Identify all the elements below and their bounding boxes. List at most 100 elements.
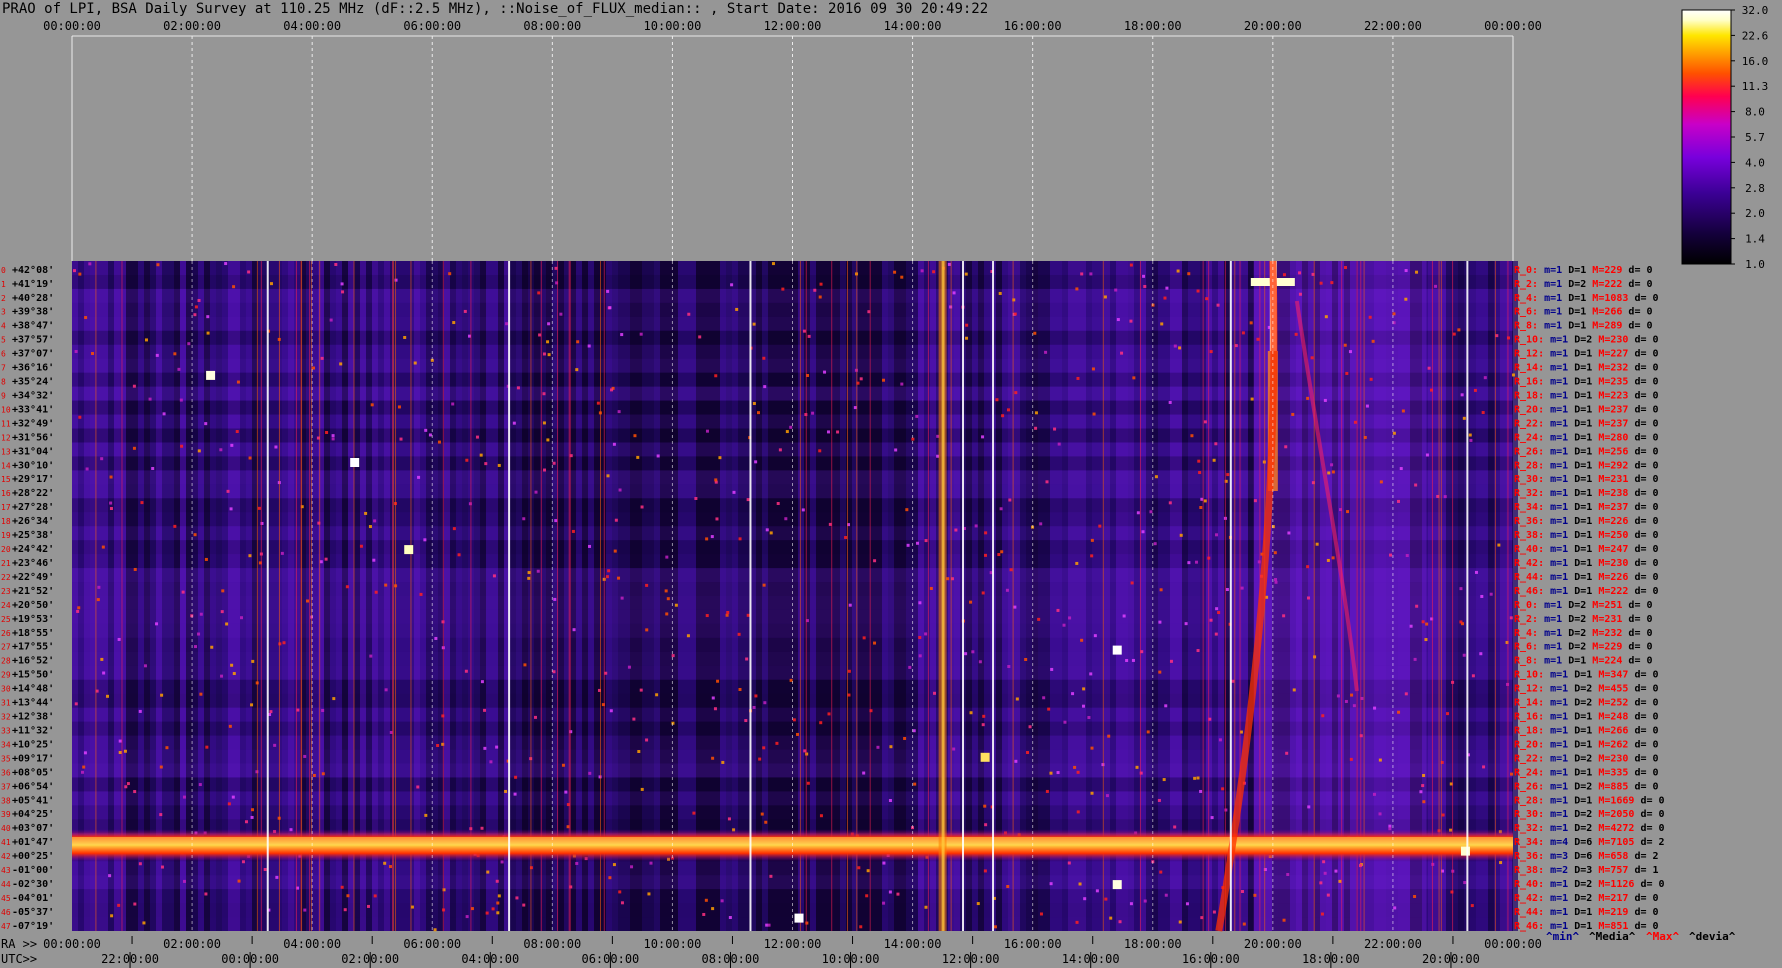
row-index-labels: 0123456789101112131415161718192021222324… xyxy=(1,266,11,931)
hot-pixel xyxy=(1334,869,1338,873)
stat-cell: R_46: xyxy=(1514,921,1544,932)
hot-pixel xyxy=(303,754,307,758)
hot-pixel xyxy=(964,272,968,276)
hot-pixel xyxy=(1320,912,1324,916)
hot-pixel xyxy=(151,466,155,470)
colorbar-tick-label: 11.3 xyxy=(1742,80,1769,93)
hot-pixel xyxy=(1240,586,1244,590)
hot-pixel xyxy=(606,474,610,478)
hot-pixel xyxy=(665,612,669,616)
hot-pixel xyxy=(1462,416,1466,420)
hot-pixel xyxy=(417,475,421,479)
hot-pixel xyxy=(1185,902,1189,906)
stat-cell: R_16: xyxy=(1514,712,1544,723)
stat-cell: R_18: xyxy=(1514,390,1544,401)
hot-pixel xyxy=(946,577,950,581)
row-index: 29 xyxy=(1,671,11,680)
declination-label: +37°57' xyxy=(12,335,54,346)
stat-cell: R_42: xyxy=(1514,893,1544,904)
hot-pixel xyxy=(754,694,758,698)
stat-cell: M=4272 xyxy=(1592,823,1634,834)
hot-pixel xyxy=(397,405,401,409)
stat-cell: D=1 xyxy=(1568,712,1592,723)
row-index: 42 xyxy=(1,852,11,861)
hot-pixel xyxy=(965,323,969,327)
hot-pixel xyxy=(999,507,1003,511)
hot-pixel xyxy=(1005,588,1009,592)
hot-pixel xyxy=(109,501,113,505)
hot-pixel xyxy=(1241,331,1245,335)
stat-cell: D=1 xyxy=(1568,795,1592,806)
stat-cell: d= 0 xyxy=(1628,767,1658,778)
declination-label: +31°04' xyxy=(12,446,54,457)
stat-cell: m=1 xyxy=(1538,293,1562,304)
hot-pixel xyxy=(341,290,345,294)
stat-cell: D=1 xyxy=(1568,558,1592,569)
hot-pixel xyxy=(123,749,127,753)
hot-pixel xyxy=(702,912,706,916)
hot-pixel xyxy=(514,775,518,779)
stat-row: R_36: m=3 D=6 M=658 d= 2 xyxy=(1514,851,1659,862)
hot-pixel xyxy=(1203,420,1207,424)
hot-pixel xyxy=(984,531,988,535)
hot-pixel xyxy=(82,765,86,769)
stat-cell: M=230 xyxy=(1592,335,1628,346)
hot-pixel xyxy=(995,398,999,402)
hot-pixel xyxy=(109,507,113,511)
hot-pixel xyxy=(138,709,142,713)
stat-cell: M=262 xyxy=(1592,739,1628,750)
hot-pixel xyxy=(1024,657,1028,661)
hot-pixel xyxy=(1042,696,1046,700)
stat-row: R_12: m=1 D=2 M=455 d= 0 xyxy=(1514,684,1659,695)
top-tick-label: 16:00:00 xyxy=(1004,19,1062,33)
declination-label: +26°34' xyxy=(12,516,54,527)
hot-pixel xyxy=(606,289,610,293)
row-index: 6 xyxy=(1,350,6,359)
hot-pixel xyxy=(124,785,128,789)
hot-pixel xyxy=(571,529,575,533)
hot-pixel xyxy=(132,446,136,450)
hot-pixel xyxy=(100,457,104,461)
hot-pixel xyxy=(1164,893,1168,897)
colorbar-gradient xyxy=(1681,9,1732,265)
hot-pixel xyxy=(1459,620,1463,624)
row-index: 7 xyxy=(1,364,6,373)
hot-pixel xyxy=(182,795,186,799)
row-index: 10 xyxy=(1,405,11,414)
stat-cell: d= 0 xyxy=(1628,907,1658,918)
hot-pixel xyxy=(101,545,105,549)
stat-row: R_22: m=1 D=1 M=237 d= 0 xyxy=(1514,418,1659,429)
hot-pixel xyxy=(587,344,591,348)
hot-pixel xyxy=(251,808,255,812)
hot-pixel xyxy=(575,368,579,372)
hot-pixel xyxy=(588,771,592,775)
hot-pixel xyxy=(273,743,277,747)
hot-pixel xyxy=(193,313,197,317)
hot-pixel xyxy=(857,866,861,870)
hot-pixel xyxy=(1187,561,1191,565)
hot-pixel xyxy=(1284,445,1288,449)
hot-pixel xyxy=(1506,336,1510,340)
row-index: 39 xyxy=(1,810,11,819)
hot-pixel xyxy=(1291,412,1295,416)
hot-pixel xyxy=(325,430,329,434)
hot-pixel xyxy=(1006,408,1010,412)
stat-cell: d= 0 xyxy=(1628,670,1658,681)
hot-pixel xyxy=(542,421,546,425)
hot-pixel xyxy=(647,892,651,896)
hot-pixel xyxy=(513,792,517,796)
stat-cell: d= 2 xyxy=(1628,851,1658,862)
stat-cell: D=1 xyxy=(1568,516,1592,527)
hot-pixel xyxy=(1331,556,1335,560)
declination-label: +34°32' xyxy=(12,390,54,401)
hot-pixel xyxy=(1253,499,1257,503)
hot-pixel xyxy=(343,908,347,912)
stat-cell: R_26: xyxy=(1514,781,1544,792)
hot-pixel xyxy=(1457,328,1461,332)
hot-pixel xyxy=(543,468,547,472)
stat-cell: d= 0 xyxy=(1628,390,1658,401)
hot-pixel xyxy=(1282,614,1286,618)
hot-pixel xyxy=(437,440,441,444)
colorbar: 32.0 22.6 16.0 11.3 8.0 5.7 4.0 2.8 2.0 1.4 1.0 xyxy=(1681,4,1769,271)
declination-label: +05°41' xyxy=(12,795,54,806)
